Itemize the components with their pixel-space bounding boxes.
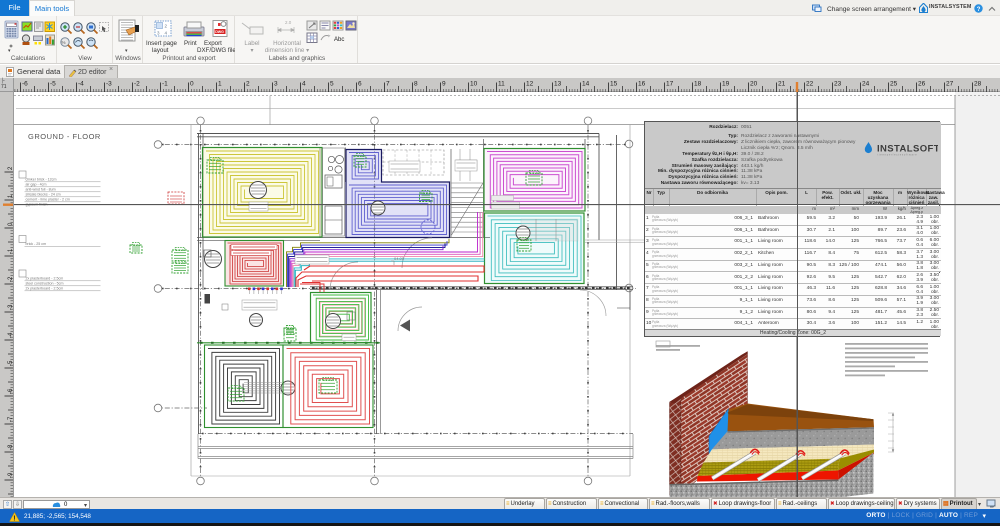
svg-text:21: 21 bbox=[778, 81, 786, 88]
svg-text:-6: -6 bbox=[22, 81, 28, 88]
svg-text:27: 27 bbox=[946, 81, 954, 88]
svg-text:2: 2 bbox=[246, 81, 250, 88]
svg-text:Export: Export bbox=[204, 40, 222, 47]
svg-text:-2: -2 bbox=[134, 81, 140, 88]
svg-text:1: 1 bbox=[218, 81, 222, 88]
svg-text:▾: ▾ bbox=[8, 48, 11, 54]
svg-text:Insert page: Insert page bbox=[146, 40, 178, 47]
svg-text:silicate blocks - 24 cm: silicate blocks - 24 cm bbox=[26, 193, 61, 197]
svg-text:?: ? bbox=[977, 7, 981, 13]
svg-text:layout: layout bbox=[152, 47, 169, 54]
svg-text:2x plasterboard - 2.5cm: 2x plasterboard - 2.5cm bbox=[26, 287, 64, 291]
svg-text:anti-wind foil - 8um: anti-wind foil - 8um bbox=[26, 188, 56, 192]
svg-text:13: 13 bbox=[554, 81, 562, 88]
svg-text:DXF/DWG file: DXF/DWG file bbox=[197, 47, 235, 54]
svg-text:-3: -3 bbox=[106, 81, 112, 88]
svg-text:7: 7 bbox=[386, 81, 390, 88]
svg-text:04.00: 04.00 bbox=[394, 256, 405, 261]
svg-text:!: ! bbox=[13, 515, 15, 522]
svg-text:steel construction - 5cm: steel construction - 5cm bbox=[26, 282, 64, 286]
svg-text:Print: Print bbox=[184, 40, 197, 47]
svg-text:2x plasterboard - 2.5cm: 2x plasterboard - 2.5cm bbox=[26, 277, 64, 281]
svg-text:4: 4 bbox=[302, 81, 306, 88]
svg-text:20: 20 bbox=[750, 81, 758, 88]
svg-text:11: 11 bbox=[498, 81, 505, 88]
svg-text:-1: -1 bbox=[162, 81, 168, 88]
svg-text:28: 28 bbox=[974, 81, 982, 88]
svg-text:%: % bbox=[62, 40, 66, 45]
svg-text:GROUND - FLOOR: GROUND - FLOOR bbox=[28, 132, 101, 141]
svg-text:brick - 25 cm: brick - 25 cm bbox=[26, 242, 47, 246]
svg-text:18: 18 bbox=[694, 81, 702, 88]
svg-text:22: 22 bbox=[806, 81, 814, 88]
svg-text:DWG: DWG bbox=[215, 30, 224, 34]
svg-text:clinker brick - 12cm: clinker brick - 12cm bbox=[26, 178, 57, 182]
svg-text:9: 9 bbox=[442, 81, 446, 88]
svg-text:t i e e n p e r f e c t e: t i e e n p e r f e c t e s o f t w a r … bbox=[878, 153, 918, 157]
svg-text:air gap - 4cm: air gap - 4cm bbox=[26, 183, 47, 187]
svg-text:19: 19 bbox=[722, 81, 730, 88]
svg-text:0: 0 bbox=[190, 81, 194, 88]
svg-text:cement - lime plaster - 2 cm: cement - lime plaster - 2 cm bbox=[26, 198, 70, 202]
svg-text:14: 14 bbox=[582, 81, 590, 88]
svg-text:-4: -4 bbox=[78, 81, 84, 88]
svg-text:-5: -5 bbox=[50, 81, 56, 88]
svg-text:8: 8 bbox=[414, 81, 418, 88]
svg-text:24: 24 bbox=[862, 81, 870, 88]
svg-text:26: 26 bbox=[918, 81, 926, 88]
svg-text:12: 12 bbox=[526, 81, 534, 88]
svg-text:25: 25 bbox=[890, 81, 898, 88]
svg-text:10: 10 bbox=[470, 81, 478, 88]
svg-text:15: 15 bbox=[610, 81, 618, 88]
svg-text:2.0: 2.0 bbox=[285, 20, 292, 25]
svg-text:6: 6 bbox=[358, 81, 362, 88]
svg-text:17: 17 bbox=[666, 81, 674, 88]
svg-text:▾: ▾ bbox=[125, 48, 128, 54]
svg-text:3: 3 bbox=[274, 81, 278, 88]
svg-text:16: 16 bbox=[638, 81, 646, 88]
svg-text:Abc: Abc bbox=[334, 37, 344, 43]
svg-text:23: 23 bbox=[834, 81, 842, 88]
svg-text:5: 5 bbox=[330, 81, 334, 88]
